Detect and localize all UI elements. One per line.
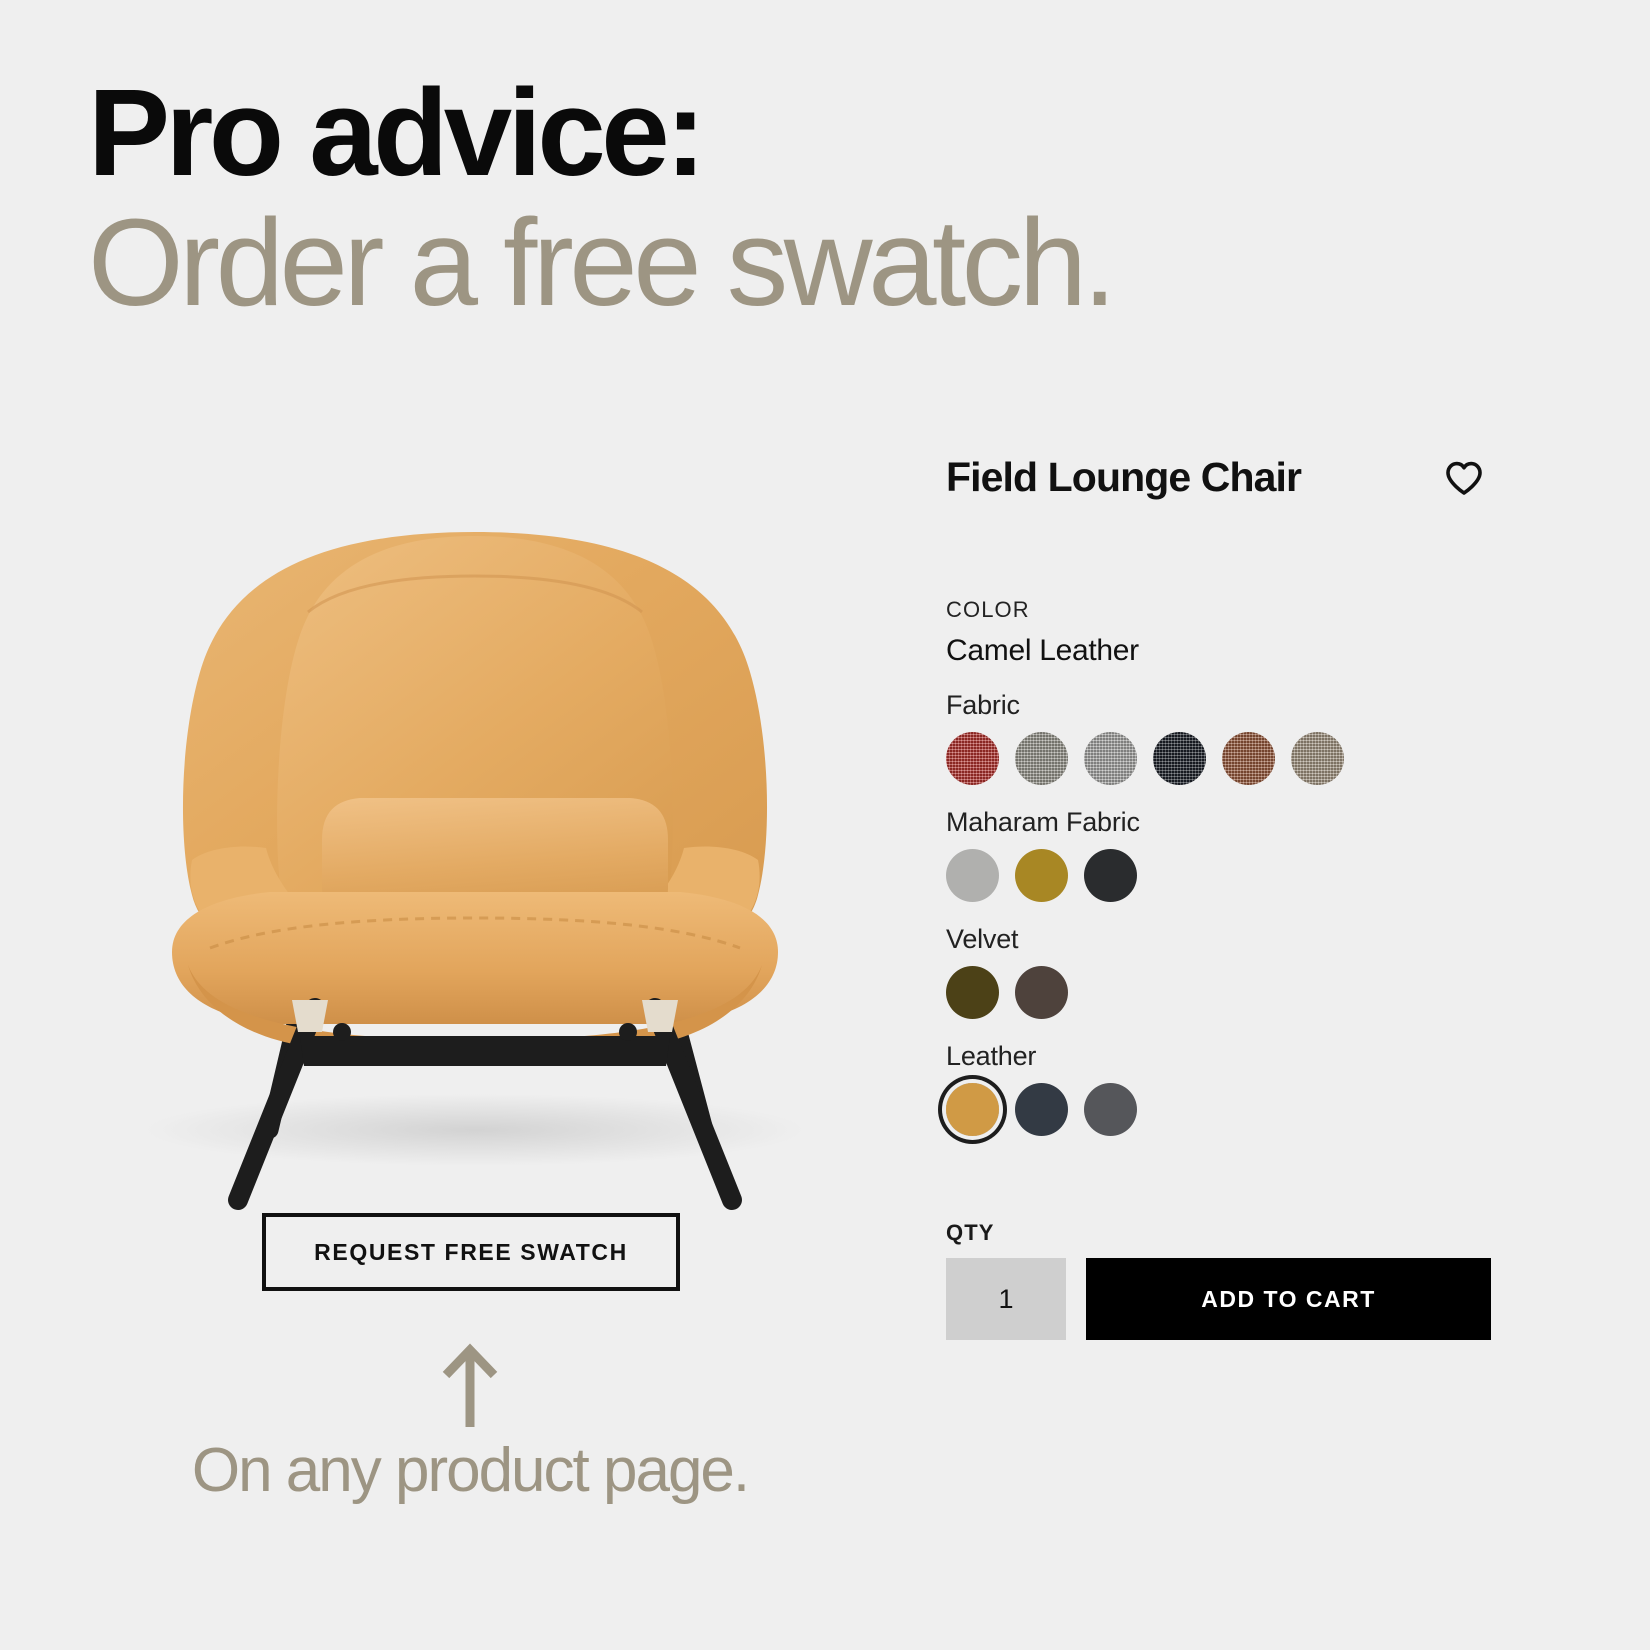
swatch-light-gray-fabric[interactable] [1084,732,1137,786]
swatch-taupe-fabric[interactable] [1291,732,1344,786]
swatch-gray-tweed-fabric[interactable] [1015,732,1068,786]
qty-label: QTY [946,1220,995,1246]
promo-canvas: Pro advice: Order a free swatch. REQUEST… [0,0,1650,1650]
swatch-maharam-black[interactable] [1084,849,1137,903]
swatch-row [946,849,1491,903]
swatch-maharam-mustard[interactable] [1015,849,1068,903]
add-to-cart-button[interactable]: ADD TO CART [1086,1258,1491,1341]
swatch-groups: Fabric Maharam Fabric Velvet Leather [946,690,1491,1137]
heart-icon [1445,461,1483,499]
request-free-swatch-button[interactable]: REQUEST FREE SWATCH [262,1213,680,1291]
product-title: Field Lounge Chair [946,454,1302,500]
swatch-rust-fabric[interactable] [1222,732,1275,786]
swatch-group-label: Leather [946,1041,1037,1072]
headline-block: Pro advice: Order a free swatch. [88,72,1508,333]
selected-color-value: Camel Leather [946,634,1139,668]
swatch-group-label: Fabric [946,690,1020,721]
swatch-group: Velvet [946,924,1491,1020]
favorite-button[interactable] [1445,461,1483,496]
swatch-leather-navy[interactable] [1015,1083,1068,1137]
swatch-velvet-olive[interactable] [946,966,999,1020]
swatch-leather-dark-gray[interactable] [1084,1083,1137,1137]
product-header: Field Lounge Chair [946,454,1491,500]
swatch-red-fabric[interactable] [946,732,999,786]
swatch-velvet-brown[interactable] [1015,966,1068,1020]
swatch-group: Maharam Fabric [946,807,1491,903]
arrow-up-icon [400,1338,540,1433]
swatch-group-label: Maharam Fabric [946,807,1140,838]
swatch-black-fabric[interactable] [1153,732,1206,786]
swatch-row [946,732,1491,786]
headline-line-1: Pro advice: [88,65,706,202]
product-panel: Field Lounge Chair COLOR Camel Leather F… [946,454,1491,1341]
swatch-group: Fabric [946,690,1491,786]
swatch-group: Leather [946,1041,1491,1137]
chair-illustration [145,532,805,1210]
qty-input[interactable]: 1 [946,1258,1066,1341]
swatch-row [946,966,1491,1020]
swatch-row [946,1083,1491,1137]
cart-row: 1 ADD TO CART [946,1258,1491,1341]
swatch-maharam-gray[interactable] [946,849,999,903]
swatch-leather-camel[interactable] [946,1083,999,1137]
color-section-label: COLOR [946,597,1030,623]
headline-line-2: Order a free swatch. [88,195,1117,332]
product-image [60,440,890,1230]
promo-caption: On any product page. [191,1436,750,1505]
swatch-group-label: Velvet [946,924,1019,955]
